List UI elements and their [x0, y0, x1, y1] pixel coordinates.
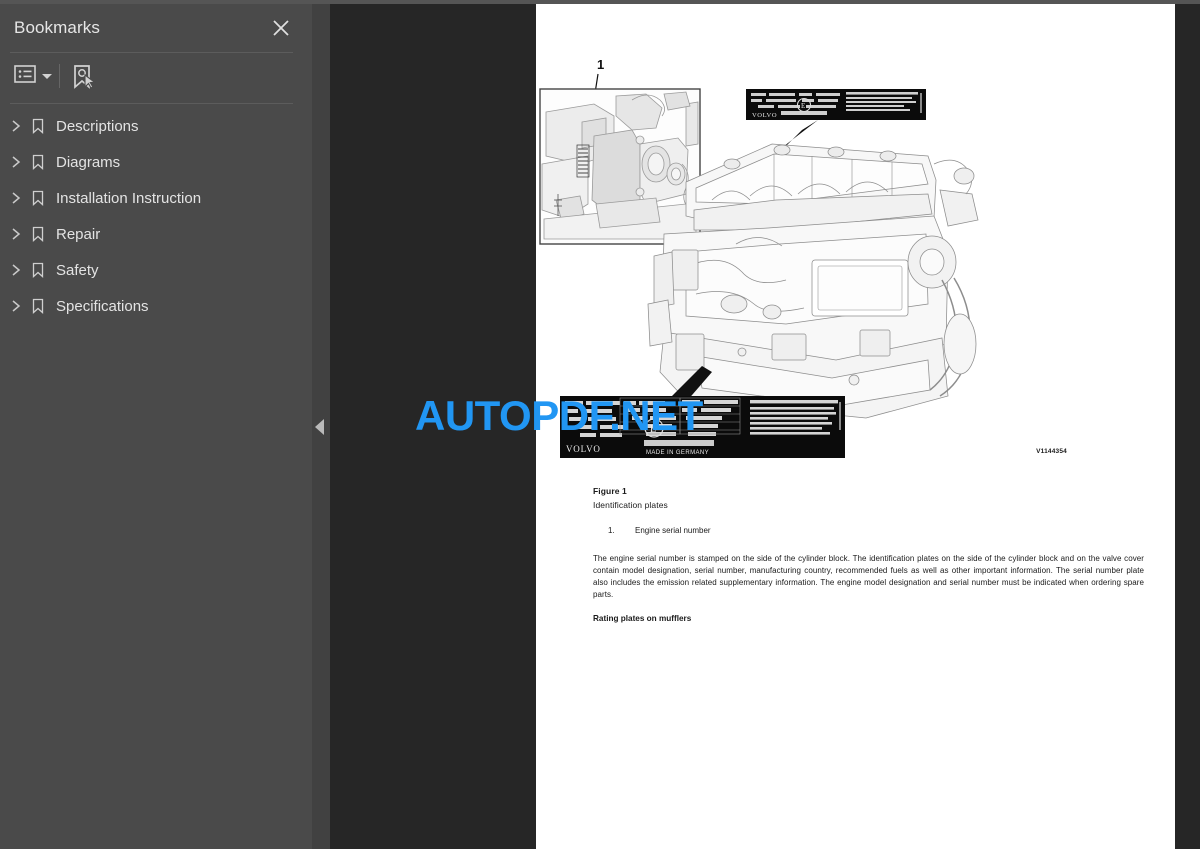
- close-icon[interactable]: [270, 17, 292, 39]
- pdf-page: 1 E VOLVO E MADE IN GERMANY VOLVO V11443…: [536, 4, 1175, 849]
- svg-text:VOLVO: VOLVO: [752, 112, 777, 119]
- body-paragraph: The engine serial number is stamped on t…: [593, 554, 1144, 600]
- pdf-page-viewport[interactable]: 1 E VOLVO E MADE IN GERMANY VOLVO V11443…: [330, 4, 1200, 849]
- chevron-right-icon[interactable]: [9, 191, 23, 205]
- sidebar-splitter[interactable]: [312, 4, 330, 849]
- bookmark-icon: [30, 154, 46, 170]
- inset-detail-drawing: [539, 88, 701, 248]
- chevron-right-icon[interactable]: [9, 263, 23, 277]
- svg-text:VOLVO: VOLVO: [566, 444, 601, 454]
- sidebar-item-repair[interactable]: Repair: [0, 216, 312, 252]
- chevron-right-icon[interactable]: [9, 227, 23, 241]
- sidebar-header: Bookmarks: [0, 4, 312, 52]
- sidebar-item-label: Repair: [56, 225, 101, 243]
- sidebar-title: Bookmarks: [14, 18, 100, 37]
- list-options-button[interactable]: [14, 65, 52, 88]
- svg-text:E: E: [650, 424, 656, 435]
- sidebar-item-label: Descriptions: [56, 117, 139, 135]
- bookmark-icon: [30, 298, 46, 314]
- emission-control-plate: E MADE IN GERMANY VOLVO: [560, 396, 845, 458]
- bookmark-icon: [30, 118, 46, 134]
- figure-subtitle: Identification plates: [593, 500, 668, 510]
- list-options-icon: [14, 65, 36, 88]
- new-bookmark-button[interactable]: [70, 64, 96, 95]
- list-item-index: 1.: [608, 526, 615, 535]
- chevron-right-icon[interactable]: [9, 119, 23, 133]
- bookmark-icon: [30, 262, 46, 278]
- numbered-list-item: 1. Engine serial number: [593, 526, 1144, 535]
- list-item-text: Engine serial number: [635, 526, 711, 535]
- valve-cover-plate: E VOLVO: [746, 89, 926, 120]
- bookmark-icon: [30, 226, 46, 242]
- sidebar-item-diagrams[interactable]: Diagrams: [0, 144, 312, 180]
- sidebar-item-label: Installation Instruction: [56, 189, 202, 207]
- document-text: Figure 1 Identification plates 1. Engine…: [593, 486, 1144, 623]
- identification-plates-drawing: 1 E VOLVO E MADE IN GERMANY VOLVO: [536, 4, 1175, 474]
- sidebar-item-specifications[interactable]: Specifications: [0, 288, 312, 324]
- toolbar-separator: [59, 64, 60, 88]
- sidebar-divider-bottom: [10, 103, 293, 104]
- sidebar-item-label: Specifications: [56, 297, 149, 315]
- pdf-viewer-window: Bookmarks Descriptions Diagrams Installa…: [0, 0, 1200, 849]
- bookmark-list: Descriptions Diagrams Installation Instr…: [0, 108, 312, 324]
- sidebar-toolbar: [0, 53, 312, 103]
- figure-illustration: 1 E VOLVO E MADE IN GERMANY VOLVO V11443…: [536, 4, 1175, 474]
- bookmark-icon: [30, 190, 46, 206]
- sidebar-item-installation-instruction[interactable]: Installation Instruction: [0, 180, 312, 216]
- collapse-left-icon[interactable]: [315, 419, 324, 435]
- sidebar-item-safety[interactable]: Safety: [0, 252, 312, 288]
- chevron-down-icon: [42, 74, 52, 79]
- bookmarks-sidebar: Bookmarks Descriptions Diagrams Installa…: [0, 4, 312, 849]
- sidebar-item-label: Diagrams: [56, 153, 121, 171]
- svg-text:1: 1: [597, 57, 604, 72]
- chevron-right-icon[interactable]: [9, 155, 23, 169]
- svg-text:E: E: [801, 102, 805, 110]
- section-subheading: Rating plates on mufflers: [593, 613, 692, 623]
- sidebar-item-descriptions[interactable]: Descriptions: [0, 108, 312, 144]
- chevron-right-icon[interactable]: [9, 299, 23, 313]
- sidebar-item-label: Safety: [56, 261, 99, 279]
- figure-title: Figure 1: [593, 486, 627, 496]
- new-bookmark-icon: [70, 65, 96, 94]
- figure-id-label: V1144354: [1036, 448, 1067, 455]
- svg-text:MADE IN GERMANY: MADE IN GERMANY: [646, 450, 709, 456]
